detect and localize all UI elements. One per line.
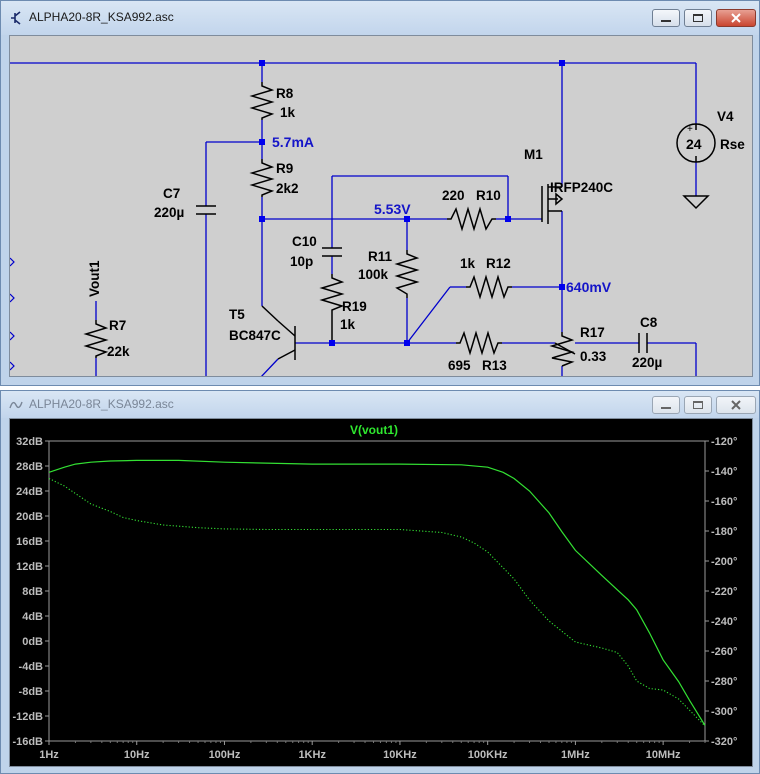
y-left-tick-label: 32dB — [16, 436, 43, 448]
y-left-tick-label: -16dB — [12, 736, 43, 748]
annotation-voltage-2: 640mV — [566, 279, 612, 295]
r19-name: R19 — [342, 299, 367, 314]
r13-value: 695 — [448, 358, 471, 373]
y-left-tick-label: -8dB — [19, 686, 44, 698]
plot-maximize-button[interactable] — [684, 396, 712, 414]
annotation-current: 5.7mA — [272, 134, 314, 150]
c10-name: C10 — [292, 234, 317, 249]
y-left-tick-label: 4dB — [22, 611, 43, 623]
r8-name: R8 — [276, 86, 294, 101]
c8-value: 220µ — [632, 355, 662, 370]
y-left-tick-label: 8dB — [22, 586, 43, 598]
y-right-tick-label: -280° — [711, 676, 737, 688]
y-left-tick-label: 20dB — [16, 511, 43, 523]
y-right-tick-label: -200° — [711, 556, 737, 568]
x-tick-label: 1Hz — [39, 749, 59, 761]
plot-window: ALPHA20-8R_KSA992.asc V(vout1) 1Hz 10Hz 10… — [0, 390, 760, 774]
plot-minimize-button[interactable] — [652, 396, 680, 414]
plot-title: V(vout1) — [350, 423, 398, 437]
r11-value: 100k — [358, 267, 389, 282]
bode-plot: V(vout1) 1Hz 10Hz 100Hz 1KHz 10KHz 100KHz 1MHz… — [12, 423, 737, 761]
schematic-window: ALPHA20-8R_KSA992.asc + R8 1k R9 2k2 C7 … — [0, 0, 760, 386]
r11-name: R11 — [368, 249, 393, 264]
m1-value: IRFP240C — [550, 180, 613, 195]
x-tick-label: 100Hz — [209, 749, 241, 761]
resistor-symbols — [83, 82, 576, 367]
r10-name: R10 — [476, 188, 501, 203]
y-left-tick-label: -4dB — [19, 661, 44, 673]
y-left-tick-label: 24dB — [16, 486, 43, 498]
r8-value: 1k — [280, 105, 296, 120]
ground-symbol — [682, 195, 710, 210]
r13-name: R13 — [482, 358, 507, 373]
r9-name: R9 — [276, 161, 293, 176]
magnitude-trace — [48, 459, 706, 726]
y-left-tick-label: 0dB — [22, 636, 43, 648]
offscreen-symbols — [10, 257, 15, 371]
c10-value: 10p — [290, 254, 313, 269]
x-tick-label: 100KHz — [468, 749, 508, 761]
close-button[interactable] — [716, 9, 756, 27]
r9-value: 2k2 — [276, 181, 299, 196]
m1-name: M1 — [524, 147, 543, 162]
r7-name: R7 — [109, 318, 126, 333]
x-tick-label: 10MHz — [646, 749, 681, 761]
y-left-tick-label: 12dB — [16, 561, 43, 573]
t5-name: T5 — [229, 307, 245, 322]
junction-dots — [259, 60, 565, 346]
r7-value: 22k — [107, 344, 130, 359]
c8-name: C8 — [640, 315, 658, 330]
r19-value: 1k — [340, 317, 356, 332]
plot-frame — [48, 440, 706, 742]
y-left-tick-label: 28dB — [16, 461, 43, 473]
r10-value: 220 — [442, 188, 465, 203]
c7-name: C7 — [163, 186, 180, 201]
t5-value: BC847C — [229, 328, 281, 343]
r12-value: 1k — [460, 256, 476, 271]
r17-name: R17 — [580, 325, 605, 340]
svg-text:+: + — [687, 124, 693, 135]
v4-value: 24 — [686, 136, 702, 152]
c7-value: 220µ — [154, 205, 184, 220]
y-left-tick-label: -12dB — [12, 711, 43, 723]
v4-name: V4 — [717, 109, 734, 124]
annotation-voltage-1: 5.53V — [374, 201, 411, 217]
maximize-button[interactable] — [684, 9, 712, 27]
y-left-tick-label: 16dB — [16, 536, 43, 548]
y-right-tick-label: -120° — [711, 436, 737, 448]
plot-close-button[interactable] — [716, 396, 756, 414]
plot-window-title: ALPHA20-8R_KSA992.asc — [29, 397, 174, 411]
plot-area[interactable]: V(vout1) 1Hz 10Hz 100Hz 1KHz 10KHz 100KHz 1MHz… — [9, 418, 753, 767]
y-right-tick-label: -320° — [711, 736, 737, 748]
r17-value: 0.33 — [580, 349, 607, 364]
v4-extra: Rse — [720, 137, 745, 152]
y-right-tick-label: -160° — [711, 496, 737, 508]
y-right-tick-label: -140° — [711, 466, 737, 478]
y-right-tick-label: -220° — [711, 586, 737, 598]
transistor-icon — [11, 11, 21, 25]
x-tick-label: 1MHz — [561, 749, 590, 761]
schematic-title-bar[interactable]: ALPHA20-8R_KSA992.asc — [1, 1, 759, 35]
schematic-window-title: ALPHA20-8R_KSA992.asc — [29, 10, 174, 24]
x-tick-label: 10KHz — [383, 749, 417, 761]
schematic-diagram: + R8 1k R9 2k2 C7 220µ C10 10p 220 R10 M… — [10, 60, 745, 376]
net-label-vout1: Vout1 — [87, 260, 102, 297]
phase-trace — [48, 478, 706, 727]
y-right-tick-label: -180° — [711, 526, 737, 538]
waveform-icon — [9, 401, 23, 409]
minimize-button[interactable] — [652, 9, 680, 27]
r12-name: R12 — [486, 256, 511, 271]
x-tick-label: 1KHz — [298, 749, 326, 761]
x-tick-label: 10Hz — [124, 749, 150, 761]
schematic-canvas[interactable]: + R8 1k R9 2k2 C7 220µ C10 10p 220 R10 M… — [9, 35, 753, 377]
y-right-tick-label: -260° — [711, 646, 737, 658]
plot-title-bar[interactable]: ALPHA20-8R_KSA992.asc — [1, 391, 759, 418]
y-right-tick-label: -300° — [711, 706, 737, 718]
y-right-tick-label: -240° — [711, 616, 737, 628]
